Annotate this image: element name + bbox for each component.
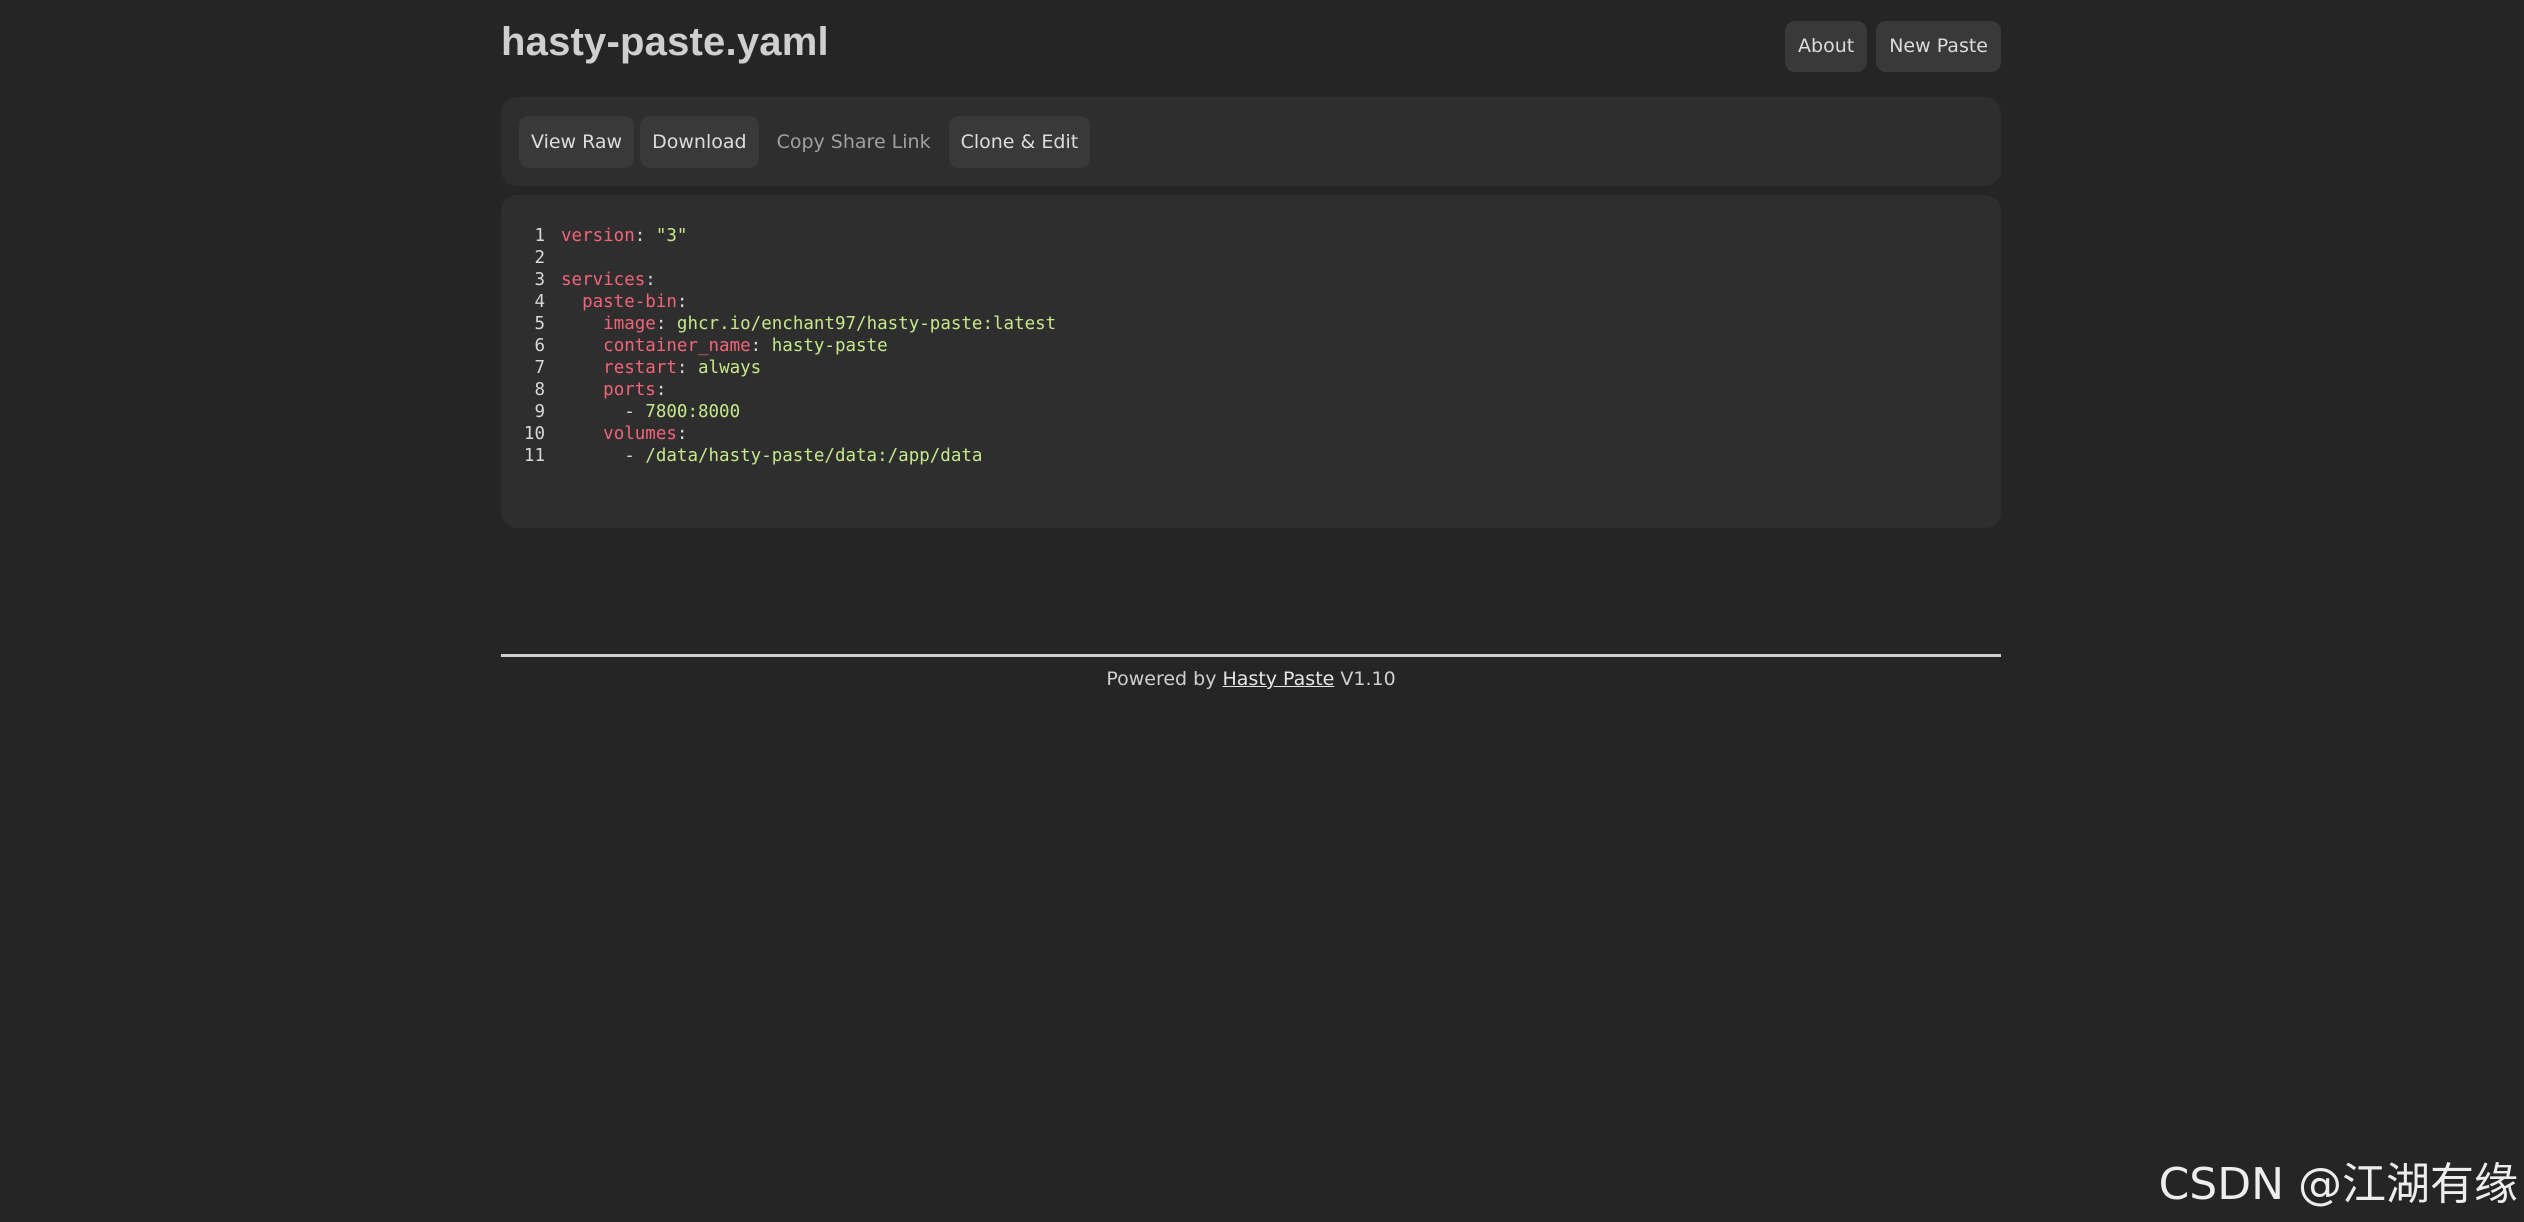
code-content: volumes: <box>561 423 687 445</box>
code-content: image: ghcr.io/enchant97/hasty-paste:lat… <box>561 313 1056 335</box>
code-content: - 7800:8000 <box>561 401 740 423</box>
header: hasty-paste.yaml About New Paste <box>501 0 2001 96</box>
footer-version: V1.10 <box>1334 668 1396 690</box>
yaml-separator: : <box>655 380 667 400</box>
code-line: 7 restart: always <box>519 357 1983 379</box>
yaml-value: "3" <box>655 226 688 246</box>
top-nav: About New Paste <box>1785 21 2001 72</box>
yaml-key: ports <box>603 380 656 400</box>
yaml-value: always <box>698 358 762 378</box>
yaml-separator: : <box>676 358 698 378</box>
clone-edit-button[interactable]: Clone & Edit <box>948 115 1091 168</box>
code-content: paste-bin: <box>561 291 687 313</box>
yaml-key: volumes <box>603 424 677 444</box>
download-button[interactable]: Download <box>640 115 759 168</box>
yaml-separator: : <box>676 292 688 312</box>
yaml-key: paste-bin <box>582 292 677 312</box>
yaml-value: 7800:8000 <box>645 402 741 422</box>
code-line: 2 <box>519 247 1983 269</box>
page: hasty-paste.yaml About New Paste View Ra… <box>0 0 2524 1222</box>
about-button[interactable]: About <box>1785 21 1868 72</box>
yaml-key: version <box>561 226 635 246</box>
yaml-separator: - <box>624 402 646 422</box>
yaml-key: services <box>561 270 646 290</box>
yaml-separator: : <box>750 336 772 356</box>
yaml-value: hasty-paste <box>771 336 888 356</box>
yaml-separator: : <box>634 226 656 246</box>
code-viewer[interactable]: 1 version: "3" 2 3 services: 4 paste-bin: 5 im… <box>519 225 1983 473</box>
line-number: 1 <box>534 226 545 246</box>
line-number: 10 <box>523 424 545 444</box>
footer-divider <box>501 654 2001 657</box>
yaml-value: /data/hasty-paste/data:/app/data <box>645 446 983 466</box>
yaml-key: restart <box>603 358 677 378</box>
line-number: 2 <box>534 248 545 268</box>
paste-toolbar: View Raw Download Copy Share Link Clone … <box>501 97 2001 186</box>
yaml-key: image <box>603 314 656 334</box>
main-container: hasty-paste.yaml About New Paste View Ra… <box>501 0 2001 690</box>
code-content: ports: <box>561 379 666 401</box>
code-line: 6 container_name: hasty-paste <box>519 335 1983 357</box>
paste-title: hasty-paste.yaml <box>501 20 829 64</box>
line-number: 7 <box>534 358 545 378</box>
code-content: version: "3" <box>561 225 687 247</box>
code-line: 9 - 7800:8000 <box>519 401 1983 423</box>
code-line: 1 version: "3" <box>519 225 1983 247</box>
line-number: 11 <box>523 446 545 466</box>
yaml-separator: : <box>676 424 688 444</box>
footer: Powered by Hasty Paste V1.10 <box>501 668 2001 690</box>
yaml-value: ghcr.io/enchant97/hasty-paste:latest <box>676 314 1057 334</box>
yaml-separator: : <box>645 270 656 290</box>
code-line: 8 ports: <box>519 379 1983 401</box>
code-lines: 1 version: "3" 2 3 services: 4 paste-bin: 5 im… <box>519 225 1983 466</box>
line-number: 4 <box>534 292 545 312</box>
new-paste-button[interactable]: New Paste <box>1876 21 2001 72</box>
footer-prefix: Powered by <box>1106 668 1223 690</box>
code-line: 4 paste-bin: <box>519 291 1983 313</box>
code-panel: 1 version: "3" 2 3 services: 4 paste-bin: 5 im… <box>501 195 2001 528</box>
code-line: 10 volumes: <box>519 423 1983 445</box>
code-line: 5 image: ghcr.io/enchant97/hasty-paste:l… <box>519 313 1983 335</box>
view-raw-button[interactable]: View Raw <box>519 115 635 168</box>
line-number: 5 <box>534 314 545 334</box>
watermark: CSDN @江湖有缘 <box>2158 1159 2518 1210</box>
copy-share-link-button[interactable]: Copy Share Link <box>765 116 943 168</box>
yaml-separator: : <box>655 314 677 334</box>
code-content: - /data/hasty-paste/data:/app/data <box>561 445 982 467</box>
yaml-key: container_name <box>603 336 751 356</box>
code-content: services: <box>561 269 656 291</box>
line-number: 6 <box>534 336 545 356</box>
line-number: 3 <box>534 270 545 290</box>
code-content: container_name: hasty-paste <box>561 335 888 357</box>
code-line: 3 services: <box>519 269 1983 291</box>
hasty-paste-link[interactable]: Hasty Paste <box>1222 668 1334 690</box>
code-line: 11 - /data/hasty-paste/data:/app/data <box>519 445 1983 467</box>
line-number: 8 <box>534 380 545 400</box>
code-content: restart: always <box>561 357 761 379</box>
yaml-separator: - <box>624 446 646 466</box>
line-number: 9 <box>534 402 545 422</box>
